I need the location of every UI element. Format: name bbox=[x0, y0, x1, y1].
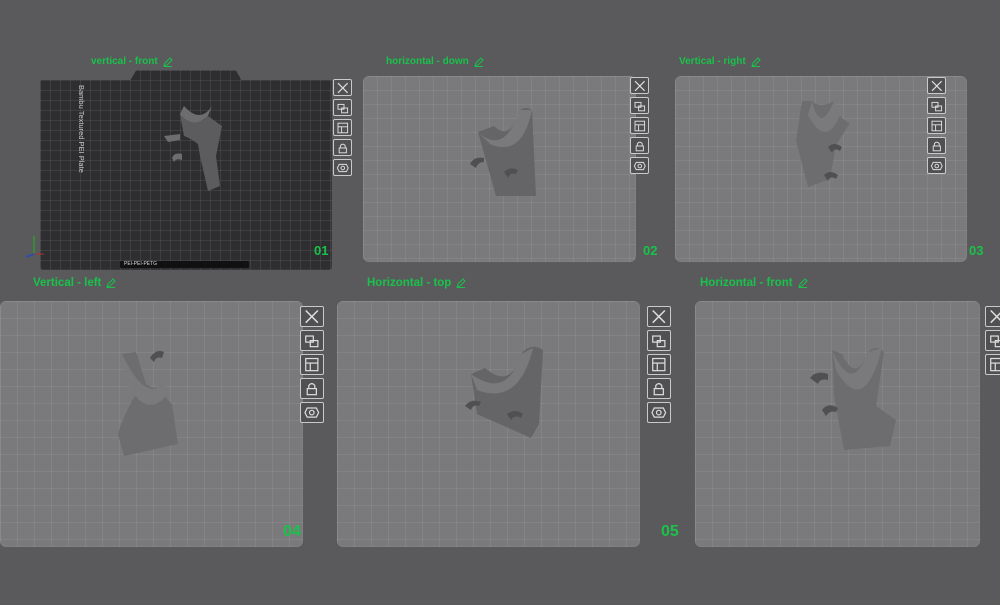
arrange-button[interactable] bbox=[647, 330, 671, 351]
lock-icon bbox=[306, 382, 318, 396]
settings-icon bbox=[651, 407, 667, 418]
arrange-icon bbox=[931, 101, 942, 111]
arrange-button[interactable] bbox=[985, 330, 1000, 351]
close-button[interactable] bbox=[647, 306, 671, 327]
plate-name-3[interactable]: Vertical - right bbox=[679, 56, 761, 67]
arrange-button[interactable] bbox=[630, 97, 649, 114]
lock-button[interactable] bbox=[647, 378, 671, 399]
settings-icon bbox=[930, 161, 943, 170]
layout-button[interactable] bbox=[647, 354, 671, 375]
layout-button[interactable] bbox=[300, 354, 324, 375]
plate-number-5: 05 bbox=[661, 523, 679, 540]
settings-button[interactable] bbox=[333, 159, 352, 176]
close-icon bbox=[652, 309, 666, 324]
close-icon bbox=[931, 80, 942, 91]
plate-toolbar-3 bbox=[927, 77, 946, 174]
plate-number-1: 01 bbox=[314, 243, 329, 258]
plate-name-2[interactable]: horizontal - down bbox=[386, 56, 484, 67]
settings-button[interactable] bbox=[647, 402, 671, 423]
lock-icon bbox=[932, 141, 941, 151]
close-button[interactable] bbox=[630, 77, 649, 94]
layout-button[interactable] bbox=[985, 354, 1000, 375]
plate-name-1[interactable]: vertical - front bbox=[91, 56, 173, 67]
model-part-4 bbox=[118, 350, 178, 456]
lock-icon bbox=[653, 382, 665, 396]
plate-name-label: Vertical - left bbox=[33, 277, 102, 289]
plate-number-4: 04 bbox=[283, 523, 301, 540]
lock-button[interactable] bbox=[927, 137, 946, 154]
close-button[interactable] bbox=[985, 306, 1000, 327]
lock-button[interactable] bbox=[300, 378, 324, 399]
close-button[interactable] bbox=[300, 306, 324, 327]
plate-toolbar-2 bbox=[630, 77, 649, 174]
layout-icon bbox=[634, 120, 645, 131]
plate-name-6[interactable]: Horizontal - front bbox=[700, 277, 808, 289]
edit-icon[interactable] bbox=[750, 56, 761, 67]
bed-label: Bambu Textured PEI Plate bbox=[77, 85, 86, 173]
plate-name-label: horizontal - down bbox=[386, 56, 469, 67]
layout-icon bbox=[337, 122, 348, 133]
settings-icon bbox=[336, 163, 349, 172]
layout-icon bbox=[652, 357, 666, 372]
edit-icon[interactable] bbox=[473, 56, 484, 67]
settings-button[interactable] bbox=[300, 402, 324, 423]
plate-name-5[interactable]: Horizontal - top bbox=[367, 277, 467, 289]
plate-number-2: 02 bbox=[643, 243, 658, 258]
plate-name-label: Horizontal - top bbox=[367, 277, 452, 289]
close-icon bbox=[634, 80, 645, 91]
arrange-button[interactable] bbox=[300, 330, 324, 351]
arrange-icon bbox=[337, 103, 348, 113]
arrange-icon bbox=[990, 335, 1000, 348]
layout-icon bbox=[990, 357, 1000, 372]
settings-icon bbox=[304, 407, 320, 418]
settings-icon bbox=[633, 161, 646, 170]
plate-toolbar-1 bbox=[333, 79, 352, 176]
layout-button[interactable] bbox=[927, 117, 946, 134]
plate-toolbar-4 bbox=[300, 306, 324, 423]
axis-gizmo-icon bbox=[25, 236, 44, 258]
lock-icon bbox=[338, 143, 347, 153]
model-part-2 bbox=[470, 108, 536, 196]
lock-icon bbox=[635, 141, 644, 151]
close-icon bbox=[337, 82, 348, 93]
plate-name-label: Horizontal - front bbox=[700, 277, 793, 289]
plate-name-label: vertical - front bbox=[91, 56, 158, 67]
edit-icon[interactable] bbox=[106, 278, 117, 288]
model-part-3 bbox=[796, 101, 850, 187]
arrange-icon bbox=[305, 335, 319, 348]
arrange-button[interactable] bbox=[333, 99, 352, 116]
close-button[interactable] bbox=[927, 77, 946, 94]
plate-info-strip: PEI-PEI-PETG bbox=[120, 261, 249, 268]
settings-button[interactable] bbox=[630, 157, 649, 174]
edit-icon[interactable] bbox=[162, 56, 173, 67]
plate-toolbar-6 bbox=[985, 306, 1000, 375]
layout-button[interactable] bbox=[630, 117, 649, 134]
edit-icon[interactable] bbox=[456, 278, 467, 288]
arrange-icon bbox=[634, 101, 645, 111]
close-button[interactable] bbox=[333, 79, 352, 96]
layout-button[interactable] bbox=[333, 119, 352, 136]
plate-number-3: 03 bbox=[969, 243, 984, 258]
arrange-button[interactable] bbox=[927, 97, 946, 114]
lock-button[interactable] bbox=[333, 139, 352, 156]
model-part-1 bbox=[164, 106, 222, 191]
edit-icon[interactable] bbox=[797, 278, 808, 288]
layout-icon bbox=[305, 357, 319, 372]
close-icon bbox=[305, 309, 319, 324]
plate-name-4[interactable]: Vertical - left bbox=[33, 277, 117, 289]
settings-button[interactable] bbox=[927, 157, 946, 174]
close-icon bbox=[990, 309, 1000, 324]
model-part-6 bbox=[810, 348, 896, 450]
plate-name-label: Vertical - right bbox=[679, 56, 746, 67]
lock-button[interactable] bbox=[630, 137, 649, 154]
layout-icon bbox=[931, 120, 942, 131]
plate-toolbar-5 bbox=[647, 306, 671, 423]
model-part-5 bbox=[465, 346, 543, 438]
arrange-icon bbox=[652, 335, 666, 348]
